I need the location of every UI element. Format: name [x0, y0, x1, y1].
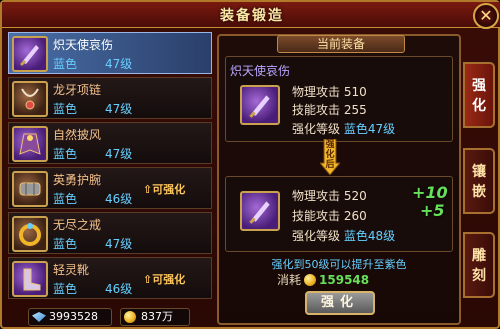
- item-level: 47级: [105, 102, 133, 116]
- item-quality: 蓝色: [53, 192, 78, 206]
- current-skill-attack: 技能攻击 255: [292, 103, 367, 117]
- upgraded-phys-attack: 物理攻击 520: [292, 189, 367, 203]
- upgradeable-badge: ⇧可强化: [143, 181, 185, 197]
- gold-coin-icon: [124, 311, 136, 323]
- upgraded-enhance-level: 强化等级 蓝色48级: [292, 229, 396, 243]
- item-name: 炽天使哀伤: [53, 38, 114, 52]
- equipment-item-ring[interactable]: 无尽之戒 蓝色 47级: [8, 212, 212, 254]
- equipment-detail-panel: 当前装备 炽天使哀伤 物理攻击 510 技能攻击 255 强化等级 蓝色47级 …: [217, 34, 461, 325]
- cloak-icon: [12, 126, 48, 162]
- item-name: 英勇护腕: [53, 173, 102, 187]
- upgrade-note: 强化到50级可以提升至紫色: [271, 258, 407, 271]
- close-icon[interactable]: ✕: [473, 3, 499, 29]
- tab-enhance[interactable]: 强化: [463, 62, 495, 128]
- tab-engrave[interactable]: 雕刻: [463, 232, 495, 298]
- current-enhance-level: 强化等级 蓝色47级: [292, 122, 396, 136]
- item-quality: 蓝色: [53, 282, 78, 296]
- current-stats-box: 炽天使哀伤 物理攻击 510 技能攻击 255 强化等级 蓝色47级: [225, 56, 453, 142]
- gold-amount: 837万: [141, 310, 173, 323]
- tab-label: 镶嵌: [472, 164, 486, 200]
- skill-attack-increase: +5: [420, 201, 445, 220]
- item-name: 无尽之戒: [53, 218, 102, 232]
- enhance-button[interactable]: 强化: [305, 291, 375, 315]
- item-quality: 蓝色: [53, 237, 78, 251]
- title-bar: 装备锻造 ✕: [2, 2, 500, 29]
- equipment-item-necklace[interactable]: 龙牙项链 蓝色 47级: [8, 77, 212, 119]
- cost-amount: 159548: [319, 273, 370, 287]
- tab-inlay[interactable]: 镶嵌: [463, 148, 495, 214]
- weapon-icon: [12, 36, 48, 72]
- item-level: 46级: [105, 192, 133, 206]
- item-level: 47级: [105, 57, 133, 71]
- current-weapon-icon: [240, 85, 280, 125]
- forge-window: 装备锻造 ✕ 炽天使哀伤 蓝色 47级 龙牙项链 蓝色 47级 自然披风 蓝色: [0, 0, 500, 329]
- upgraded-weapon-icon: [240, 191, 280, 231]
- item-level: 47级: [105, 237, 133, 251]
- upgradeable-badge: ⇧可强化: [143, 271, 185, 287]
- phys-attack-increase: +10: [412, 183, 448, 202]
- current-item-name: 炽天使哀伤: [230, 64, 291, 78]
- diamond-icon: [32, 312, 46, 322]
- diamond-amount: 3993528: [49, 310, 98, 323]
- item-name: 龙牙项链: [53, 83, 102, 97]
- cost-label: 消耗: [277, 273, 302, 287]
- item-quality: 蓝色: [53, 57, 78, 71]
- current-phys-attack: 物理攻击 510: [292, 85, 367, 99]
- item-name: 自然披风: [53, 128, 102, 142]
- upgraded-skill-attack: 技能攻击 260: [292, 209, 367, 223]
- equipment-item-weapon[interactable]: 炽天使哀伤 蓝色 47级: [8, 32, 212, 74]
- upgradeable-label: 可强化: [152, 183, 186, 196]
- up-arrow-icon: ⇧: [143, 183, 153, 196]
- equipment-item-boots[interactable]: 轻灵靴 蓝色 46级 ⇧可强化: [8, 257, 212, 299]
- bracer-icon: [12, 171, 48, 207]
- item-quality: 蓝色: [53, 147, 78, 161]
- panel-title: 当前装备: [277, 35, 405, 53]
- necklace-icon: [12, 81, 48, 117]
- equipment-item-bracer[interactable]: 英勇护腕 蓝色 46级 ⇧可强化: [8, 167, 212, 209]
- upgrade-arrow-label: 强化后: [325, 140, 335, 170]
- ring-icon: [12, 216, 48, 252]
- gold-coin-icon: [304, 274, 317, 286]
- boots-icon: [12, 261, 48, 297]
- window-title: 装备锻造: [220, 8, 284, 24]
- tab-label: 强化: [472, 78, 486, 114]
- cost-line: 消耗 159548: [277, 271, 369, 288]
- equipment-item-cloak[interactable]: 自然披风 蓝色 47级: [8, 122, 212, 164]
- up-arrow-icon: ⇧: [143, 273, 153, 286]
- upgraded-stats-box: 物理攻击 520 技能攻击 260 强化等级 蓝色48级 +10 +5: [225, 176, 453, 252]
- item-level: 46级: [105, 282, 133, 296]
- tab-label: 雕刻: [472, 248, 486, 284]
- item-level: 47级: [105, 147, 133, 161]
- equipment-list: 炽天使哀伤 蓝色 47级 龙牙项链 蓝色 47级 自然披风 蓝色 47级 英勇护…: [8, 32, 212, 303]
- item-quality: 蓝色: [53, 102, 78, 116]
- item-name: 轻灵靴: [53, 263, 90, 277]
- gold-balance: 837万: [120, 308, 190, 326]
- upgradeable-label: 可强化: [152, 273, 186, 286]
- diamond-balance: 3993528: [28, 308, 112, 326]
